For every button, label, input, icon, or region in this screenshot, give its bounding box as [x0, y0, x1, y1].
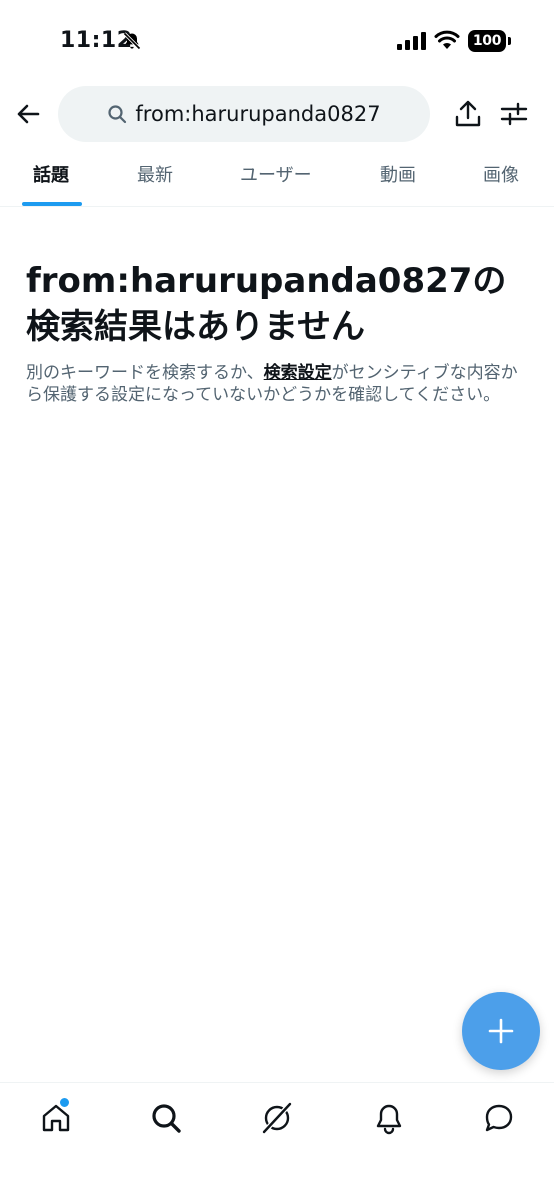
search-icon [108, 105, 127, 124]
tab-top[interactable]: 話題 [33, 148, 69, 206]
search-icon [152, 1104, 181, 1133]
plus-icon [488, 1018, 514, 1044]
sliders-icon[interactable] [498, 98, 530, 130]
empty-state-title: from:harurupanda0827の検索結果はありません [26, 261, 507, 347]
status-bar: 11:12 100 [0, 0, 554, 80]
tab-users[interactable]: ユーザー [240, 148, 312, 206]
search-tabs: 話題 最新 ユーザー 動画 画像 [0, 148, 554, 207]
search-header: from:harurupanda0827 [0, 84, 554, 146]
battery-level: 100 [468, 30, 506, 52]
wifi-icon [434, 30, 460, 49]
search-query: from:harurupanda0827 [135, 102, 381, 126]
message-bubble-icon [485, 1104, 513, 1132]
tab-videos[interactable]: 動画 [380, 148, 416, 206]
bell-off-icon [123, 32, 141, 50]
nav-grok[interactable] [260, 1101, 294, 1135]
bell-icon [376, 1104, 402, 1135]
empty-state-description: 別のキーワードを検索するか、検索設定がセンシティブな内容から保護する設定になって… [26, 362, 530, 406]
tab-latest[interactable]: 最新 [137, 148, 173, 206]
nav-notifications[interactable] [372, 1101, 406, 1135]
nav-messages[interactable] [482, 1101, 516, 1135]
empty-state-text-before: 別のキーワードを検索するか、 [26, 363, 264, 383]
nav-home[interactable] [39, 1097, 73, 1135]
search-settings-link[interactable]: 検索設定 [264, 363, 332, 383]
active-tab-indicator [22, 202, 82, 206]
bottom-navigation [0, 1082, 554, 1201]
compose-button[interactable] [462, 992, 540, 1070]
search-input[interactable]: from:harurupanda0827 [58, 86, 430, 142]
share-icon[interactable] [452, 98, 484, 130]
battery-indicator: 100 [468, 30, 512, 52]
arrow-left-icon[interactable] [12, 98, 44, 130]
battery-tip [508, 37, 511, 45]
grok-icon [262, 1102, 292, 1134]
nav-search[interactable] [149, 1101, 183, 1135]
cellular-signal-icon [397, 32, 426, 50]
empty-state: from:harurupanda0827の検索結果はありません 別のキーワードを… [26, 258, 530, 406]
tab-images[interactable]: 画像 [483, 148, 519, 206]
home-notification-dot [59, 1097, 70, 1108]
